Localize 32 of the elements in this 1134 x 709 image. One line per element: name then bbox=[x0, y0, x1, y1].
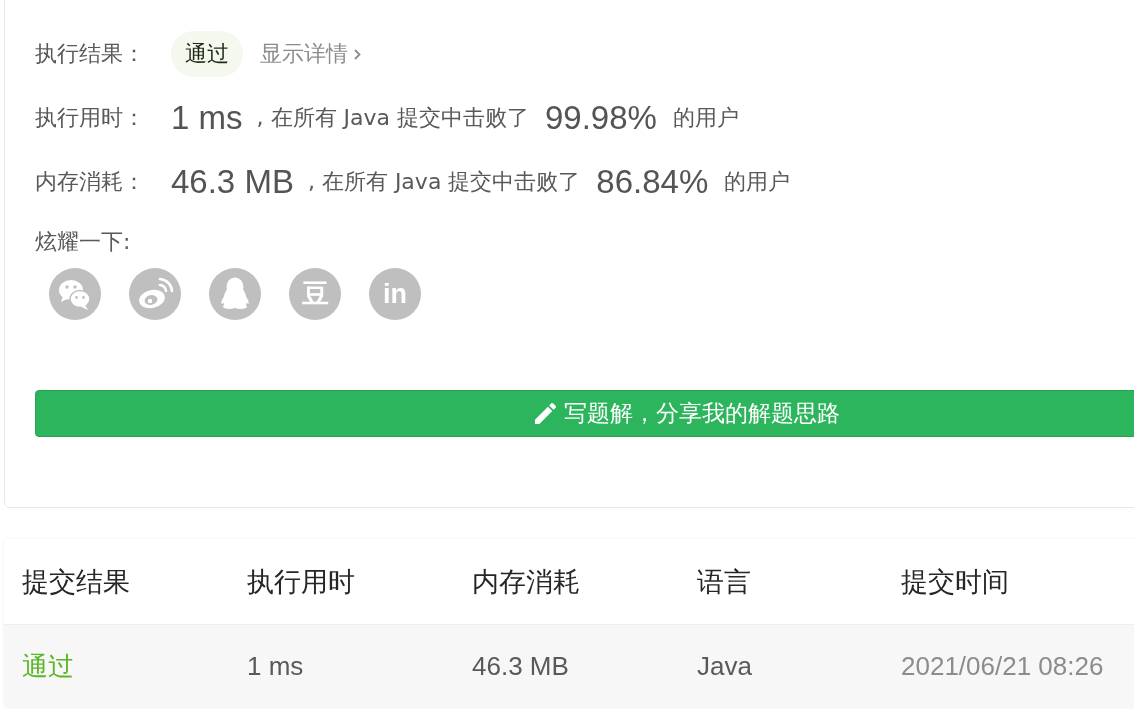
chevron-right-icon bbox=[354, 48, 361, 60]
table-header-cell-text: 提交结果 bbox=[22, 564, 131, 599]
stat-label: 执行用时： bbox=[35, 104, 146, 132]
stat-text: , 在所有 Java 提交中击败了 bbox=[256, 104, 529, 132]
penguin-icon[interactable] bbox=[209, 268, 261, 320]
table-cell-text: 通过 bbox=[22, 650, 75, 683]
stat-label: 内存消耗： bbox=[35, 168, 146, 196]
pencil-icon bbox=[535, 403, 556, 424]
table-cell-text: Java bbox=[697, 651, 753, 682]
stat-text: , 在所有 Java 提交中击败了 bbox=[307, 168, 581, 196]
table-header-cell-text: 提交时间 bbox=[901, 564, 1010, 599]
status-label: 执行结果： bbox=[35, 40, 146, 68]
stat-value: 1 ms bbox=[171, 99, 243, 137]
table-header-cell-text: 执行用时 bbox=[247, 564, 356, 599]
table-cell-text: 1 ms bbox=[247, 651, 305, 682]
show-details-link[interactable]: 显示详情 bbox=[260, 39, 361, 69]
stat-percent: 99.98% bbox=[544, 99, 657, 137]
stat-percent: 86.84% bbox=[596, 163, 709, 201]
share-button[interactable]: 豆 bbox=[289, 268, 341, 320]
share-label: 炫耀一下: bbox=[35, 228, 131, 256]
status-badge: 通过 bbox=[171, 31, 243, 77]
stat-text: 的用户 bbox=[724, 168, 791, 196]
stat-value: 46.3 MB bbox=[171, 163, 294, 201]
stat-text: 的用户 bbox=[672, 104, 739, 132]
table-cell-text: 2021/06/21 08:26 bbox=[901, 651, 1105, 682]
chat-bubbles-icon[interactable] bbox=[49, 268, 101, 320]
eye-icon[interactable] bbox=[129, 268, 181, 320]
table-header-cell-text: 语言 bbox=[697, 564, 752, 599]
table-cell-text: 46.3 MB bbox=[472, 651, 570, 682]
share-button[interactable]: in bbox=[369, 268, 421, 320]
write-solution-button[interactable]: 写题解，分享我的解题思路 bbox=[35, 390, 1134, 437]
table-header-cell-text: 内存消耗 bbox=[472, 564, 581, 599]
